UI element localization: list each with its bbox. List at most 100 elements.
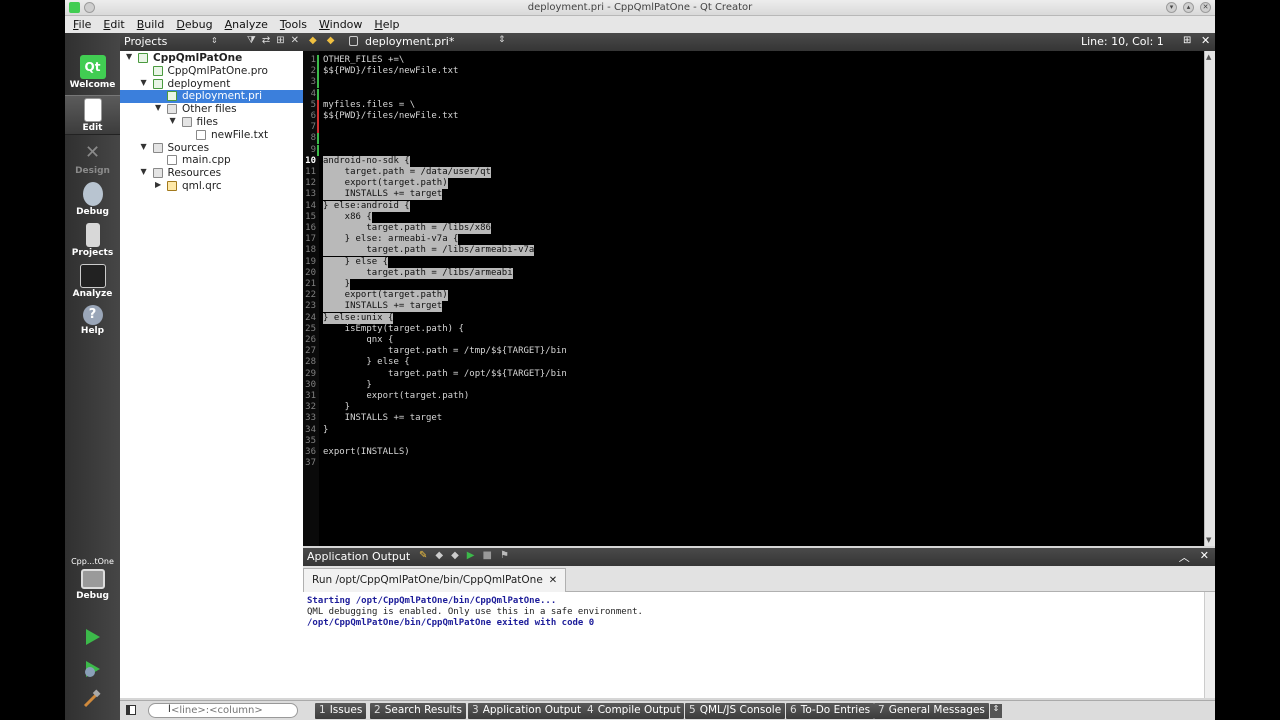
code-line[interactable]: 17 } else: armeabi-v7a { [303, 234, 1204, 246]
code-line[interactable]: 10 android-no-sdk { [303, 155, 1204, 167]
kit-selector[interactable]: Cpp...tOne Debug [65, 557, 120, 601]
menu-debug[interactable]: Debug [176, 18, 212, 31]
code-line[interactable]: 29 target.path = /opt/$${TARGET}/bin [303, 369, 1204, 380]
tree-item[interactable]: ▼ CppQmlPatOne [120, 52, 303, 65]
debug-run-icon[interactable] [81, 658, 103, 680]
code-line[interactable]: 23 INSTALLS += target [303, 301, 1204, 313]
code-line[interactable]: 35 [303, 436, 1204, 447]
code-line[interactable]: 13 INSTALLS += target [303, 189, 1204, 201]
attach-debugger-icon[interactable]: ⚑ [500, 550, 509, 561]
code-line[interactable]: 14} else:android { [303, 200, 1204, 212]
code-line[interactable]: 1 OTHER_FILES +=\ [303, 55, 1204, 66]
maximize-pane-icon[interactable]: ︿ [1179, 549, 1190, 565]
code-line[interactable]: 4 [303, 89, 1204, 100]
output-pane-button[interactable]: 7 General Messages [874, 703, 989, 719]
minimize-icon[interactable]: ▾ [1166, 2, 1177, 13]
close-output-pane-icon[interactable]: ✕ [1200, 549, 1209, 565]
code-line[interactable]: 9 [303, 145, 1204, 156]
code-line[interactable]: 5 myfiles.files = \ [303, 100, 1204, 111]
mode-help[interactable]: ? Help [65, 303, 120, 343]
output-pane-button[interactable]: 5 QML/JS Console [685, 703, 786, 719]
split-editor-icon[interactable]: ⊞ [1183, 35, 1191, 46]
code-line[interactable]: 20 target.path = /libs/armeabi [303, 267, 1204, 279]
menu-build[interactable]: Build [137, 18, 165, 31]
editor-scrollbar[interactable]: ▲ ▼ [1204, 51, 1215, 546]
code-line[interactable]: 32 } [303, 402, 1204, 413]
output-pane-button[interactable]: 6 To-Do Entries [786, 703, 875, 719]
more-panes-icon[interactable]: ⇕ [990, 704, 1002, 718]
forward-arrow-icon[interactable]: ◆ [327, 35, 335, 46]
code-line[interactable]: 34} [303, 425, 1204, 436]
filter-icon[interactable]: ⧩ [247, 35, 256, 46]
tree-item[interactable]: ▼ files [120, 116, 303, 129]
collapse-arrow-icon[interactable]: ▶ [155, 180, 161, 189]
code-line[interactable]: 12 export(target.path) [303, 178, 1204, 190]
tree-item[interactable]: newFile.txt [120, 129, 303, 142]
menu-tools[interactable]: Tools [280, 18, 307, 31]
tree-item[interactable]: ▼ Resources [120, 167, 303, 180]
code-line[interactable]: 21 } [303, 279, 1204, 290]
code-editor[interactable]: 1 OTHER_FILES +=\ 2 $${PWD}/files/newFile.t… [303, 51, 1204, 546]
code-line[interactable]: 11 target.path = /data/user/qt [303, 167, 1204, 178]
stop-icon[interactable]: ■ [483, 550, 492, 561]
rerun-icon[interactable]: ▶ [467, 550, 475, 561]
code-line[interactable]: 26 qnx { [303, 335, 1204, 346]
code-line[interactable]: 15 x86 { [303, 211, 1204, 223]
tree-item[interactable]: deployment.pri [120, 90, 303, 104]
line-column-indicator[interactable]: Line: 10, Col: 1 [1081, 35, 1164, 48]
chevron-updown-icon[interactable]: ⇕ [211, 36, 218, 45]
mode-edit[interactable]: Edit [65, 95, 120, 135]
code-line[interactable]: 33 INSTALLS += target [303, 413, 1204, 424]
code-line[interactable]: 31 export(target.path) [303, 391, 1204, 402]
code-line[interactable]: 30 } [303, 380, 1204, 391]
output-pane-button[interactable]: 4 Compile Output [583, 703, 685, 719]
scroll-down-icon[interactable]: ▼ [1206, 536, 1211, 544]
output-pane-button[interactable]: 3 Application Output [468, 703, 586, 719]
code-line[interactable]: 16 target.path = /libs/x86 [303, 223, 1204, 234]
menu-file[interactable]: File [73, 18, 91, 31]
maximize-icon[interactable]: ▴ [1183, 2, 1194, 13]
open-file-combo[interactable]: deployment.pri* [365, 35, 454, 48]
close-editor-icon[interactable]: ✕ [1201, 34, 1210, 47]
tree-item[interactable]: ▼ Other files [120, 103, 303, 116]
code-line[interactable]: 22 export(target.path) [303, 290, 1204, 302]
tree-item[interactable]: ▼ deployment [120, 78, 303, 91]
expand-arrow-icon[interactable]: ▼ [141, 142, 147, 151]
previous-item-icon[interactable]: ◆ [435, 550, 443, 561]
code-line[interactable]: 18 target.path = /libs/armeabi-v7a [303, 245, 1204, 257]
output-scrollbar[interactable] [1204, 592, 1215, 698]
next-item-icon[interactable]: ◆ [451, 550, 459, 561]
expand-arrow-icon[interactable]: ▼ [126, 52, 132, 61]
close-window-icon[interactable]: ✕ [1200, 2, 1211, 13]
output-pane-button[interactable]: 1 Issues [315, 703, 367, 719]
mode-analyze[interactable]: Analyze [65, 262, 120, 302]
mode-projects[interactable]: Projects [65, 221, 120, 261]
code-line[interactable]: 24} else:unix { [303, 312, 1204, 324]
code-line[interactable]: 3 [303, 77, 1204, 88]
mode-design[interactable]: ✕ Design [65, 139, 120, 179]
code-line[interactable]: 6 $${PWD}/files/newFile.txt [303, 111, 1204, 122]
build-hammer-icon[interactable] [81, 688, 103, 710]
tree-item[interactable]: ▼ Sources [120, 142, 303, 155]
expand-arrow-icon[interactable]: ▼ [155, 103, 161, 112]
menu-help[interactable]: Help [374, 18, 399, 31]
lock-icon[interactable] [349, 36, 358, 46]
code-line[interactable]: 19 } else { [303, 256, 1204, 268]
close-tab-icon[interactable]: ✕ [549, 575, 557, 586]
close-pane-icon[interactable]: ✕ [291, 35, 299, 46]
code-line[interactable]: 28 } else { [303, 357, 1204, 368]
split-pane-icon[interactable]: ⊞ [276, 35, 284, 46]
run-icon[interactable] [81, 626, 103, 648]
sync-link-icon[interactable]: ⇄ [262, 35, 270, 46]
menu-edit[interactable]: Edit [103, 18, 124, 31]
code-line[interactable]: 36 export(INSTALLS) [303, 447, 1204, 458]
expand-arrow-icon[interactable]: ▼ [170, 116, 176, 125]
scroll-up-icon[interactable]: ▲ [1206, 53, 1211, 61]
output-pane-button[interactable]: 2 Search Results [370, 703, 467, 719]
tree-item[interactable]: main.cpp [120, 154, 303, 167]
code-line[interactable]: 25 isEmpty(target.path) { [303, 324, 1204, 335]
chevron-updown-icon[interactable]: ⇕ [498, 35, 506, 45]
expand-arrow-icon[interactable]: ▼ [141, 78, 147, 87]
code-line[interactable]: 2 $${PWD}/files/newFile.txt [303, 66, 1204, 77]
mode-debug[interactable]: Debug [65, 180, 120, 220]
